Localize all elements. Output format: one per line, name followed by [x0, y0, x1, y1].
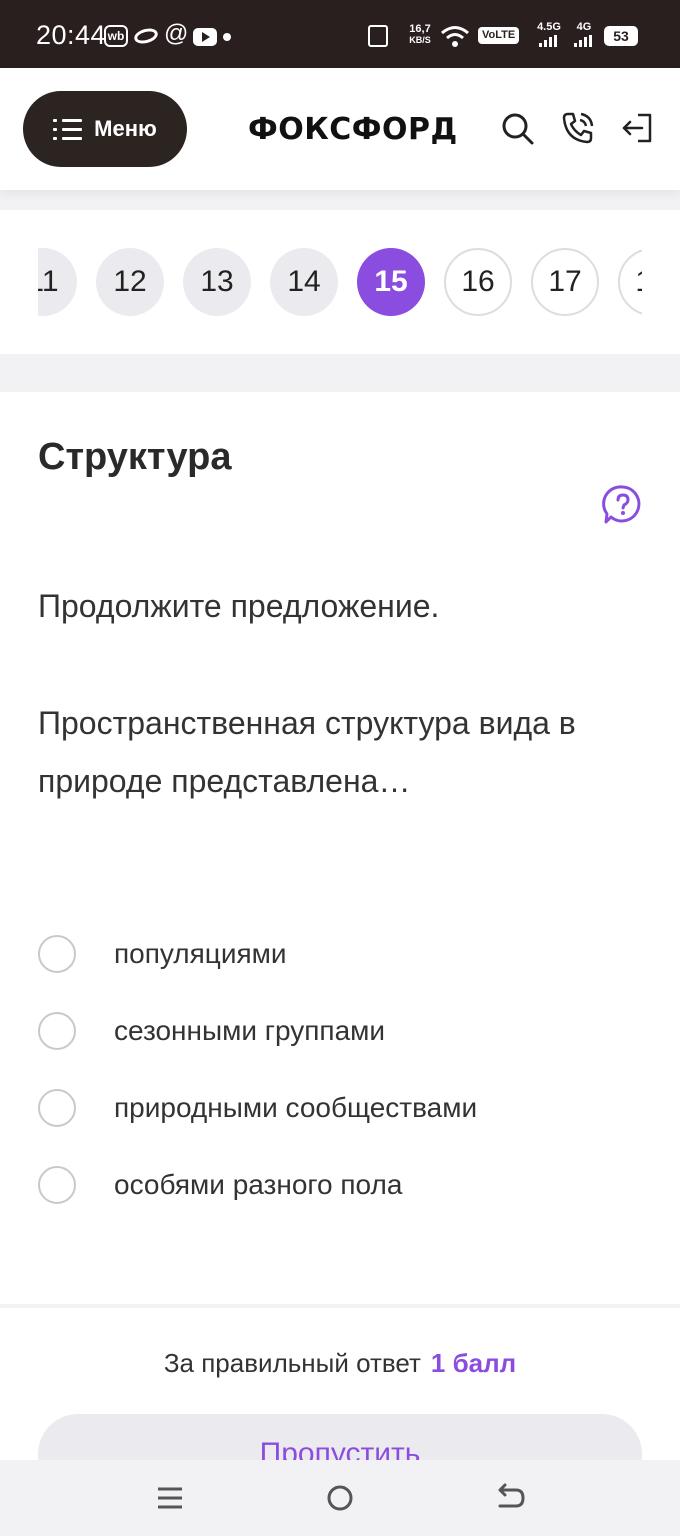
signal-2-label: 4G — [576, 21, 592, 33]
task-prompt: Продолжите предложение. — [38, 588, 440, 624]
answer-option[interactable]: популяциями — [38, 935, 287, 973]
vibrate-icon — [368, 25, 388, 47]
answer-option[interactable]: природными сообществами — [38, 1089, 477, 1127]
answer-option[interactable]: особями разного пола — [38, 1166, 402, 1204]
task-number-strip: 11 12 13 14 15 16 17 18 — [0, 210, 680, 354]
answer-option-label: сезонными группами — [114, 1015, 386, 1046]
volte-badge: VoLTE — [478, 27, 520, 44]
wifi-icon — [440, 24, 470, 51]
wildberries-icon: wb — [104, 25, 128, 47]
task-number-17[interactable]: 17 — [531, 248, 599, 316]
help-question-icon[interactable] — [602, 484, 644, 526]
menu-button-label: Меню — [94, 116, 157, 141]
signal-1: 4.5G — [534, 22, 564, 47]
burger-icon — [53, 119, 82, 140]
answer-option[interactable]: сезонными группами — [38, 1012, 385, 1050]
system-nav-bar — [0, 1460, 680, 1536]
task-number-18[interactable]: 18 — [618, 248, 642, 316]
task-question: Пространственная структура вида в природ… — [38, 705, 576, 799]
network-speed-unit: KB/S — [409, 35, 431, 45]
radio-button[interactable] — [38, 1012, 76, 1050]
status-bar: 20:44 wb @ 16,7 KB/S VoLTE 4.5G 4G 53 — [0, 0, 680, 68]
answer-option-label: популяциями — [114, 938, 287, 969]
answer-option-label: особями разного пола — [114, 1169, 403, 1200]
recent-apps-icon[interactable] — [152, 1480, 188, 1516]
task-number-12[interactable]: 12 — [96, 248, 164, 316]
answer-option-label: природными сообществами — [114, 1092, 478, 1123]
network-speed-value: 16,7 — [409, 23, 431, 35]
search-icon[interactable] — [499, 110, 535, 146]
score-value: 1 балл — [430, 1348, 517, 1378]
task-number-16[interactable]: 16 — [444, 248, 512, 316]
radio-button[interactable] — [38, 1166, 76, 1204]
youtube-icon — [193, 28, 217, 46]
at-sign-icon: @ — [164, 20, 189, 47]
score-text: За правильный ответ — [163, 1348, 421, 1378]
task-number-15[interactable]: 15 — [357, 248, 425, 316]
task-number-scroller[interactable]: 11 12 13 14 15 16 17 18 — [38, 248, 642, 316]
task-footer: За правильный ответ 1 балл Пропустить — [0, 1308, 680, 1494]
signal-bars-icon — [574, 35, 594, 47]
task-number-14[interactable]: 14 — [270, 248, 338, 316]
app-header: Меню ФОКСФОРД — [0, 68, 680, 190]
home-icon[interactable] — [322, 1480, 358, 1516]
signal-1-label: 4.5G — [537, 21, 561, 33]
back-icon[interactable] — [492, 1480, 528, 1516]
notification-dot-icon — [223, 33, 231, 41]
signal-bars-icon — [539, 35, 559, 47]
task-number-13[interactable]: 13 — [183, 248, 251, 316]
task-number-row: 11 12 13 14 15 16 17 18 — [38, 248, 642, 316]
radio-button[interactable] — [38, 1089, 76, 1127]
radio-button[interactable] — [38, 935, 76, 973]
signal-2: 4G — [572, 22, 596, 47]
task-card: Структура Продолжите предложение. Простр… — [0, 392, 680, 1304]
ring-app-icon — [132, 26, 160, 46]
phone-icon[interactable] — [560, 110, 596, 146]
task-title: Структура — [38, 436, 232, 478]
network-speed: 16,7 KB/S — [406, 24, 434, 46]
score-info: За правильный ответ 1 балл — [0, 1348, 680, 1379]
menu-button[interactable]: Меню — [23, 91, 187, 167]
battery-icon: 53 — [604, 26, 638, 46]
status-time: 20:44 — [36, 20, 107, 50]
login-icon[interactable] — [620, 110, 656, 146]
foxford-logo[interactable]: ФОКСФОРД — [248, 112, 458, 147]
task-number-11[interactable]: 11 — [38, 248, 77, 316]
